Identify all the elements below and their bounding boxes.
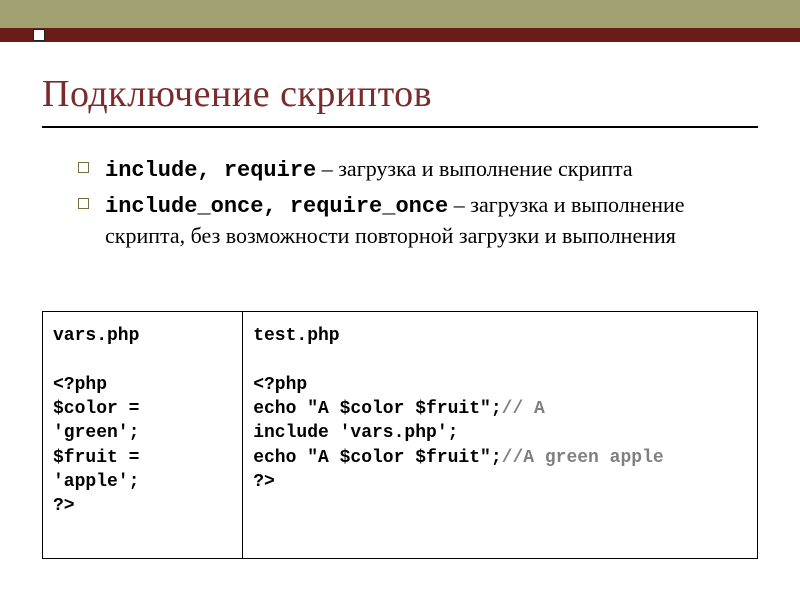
code-comment: //A green apple xyxy=(502,448,664,468)
table-row: vars.php <?php $color = 'green'; $fruit … xyxy=(43,312,758,559)
bullet-item: include_once, require_once – загрузка и … xyxy=(78,190,758,251)
bullet-marker-icon xyxy=(78,162,89,173)
header-olive-bar xyxy=(0,0,800,28)
bullet-marker-icon xyxy=(78,198,89,209)
code-cell-left: vars.php <?php $color = 'green'; $fruit … xyxy=(43,312,243,559)
code-segment: echo "A $color $fruit"; xyxy=(253,448,501,468)
bullet-item: include, require – загрузка и выполнение… xyxy=(78,154,758,186)
code-cell-right: test.php <?php echo "A $color $fruit";//… xyxy=(243,312,758,559)
slide-title: Подключение скриптов xyxy=(42,72,758,116)
slide-content: Подключение скриптов include, require – … xyxy=(0,42,800,275)
code-filename: vars.php xyxy=(53,324,232,348)
code-line: <?php xyxy=(53,373,232,397)
bullet-body: include_once, require_once – загрузка и … xyxy=(105,190,758,251)
code-filename: test.php xyxy=(253,324,747,348)
code-line: echo "A $color $fruit";// A xyxy=(253,397,747,421)
code-table: vars.php <?php $color = 'green'; $fruit … xyxy=(42,311,758,559)
header-maroon-bar xyxy=(0,28,800,42)
bullet-keywords: include_once, require_once xyxy=(105,194,448,219)
code-segment: echo "A $color $fruit"; xyxy=(253,399,501,419)
code-line: <?php xyxy=(253,373,747,397)
code-line: $fruit = 'apple'; xyxy=(53,446,232,495)
bullet-body: include, require – загрузка и выполнение… xyxy=(105,154,633,186)
code-line: echo "A $color $fruit";//A green apple xyxy=(253,446,747,470)
code-comment: // A xyxy=(502,399,545,419)
bullet-list: include, require – загрузка и выполнение… xyxy=(42,154,758,251)
bullet-keywords: include, require xyxy=(105,158,316,183)
bullet-description: – загрузка и выполнение скрипта xyxy=(316,156,632,181)
code-line: $color = 'green'; xyxy=(53,397,232,446)
code-line: include 'vars.php'; xyxy=(253,421,747,445)
code-line: ?> xyxy=(253,470,747,494)
header-square-icon xyxy=(34,30,44,40)
code-line: ?> xyxy=(53,494,232,518)
title-underline xyxy=(42,126,758,128)
